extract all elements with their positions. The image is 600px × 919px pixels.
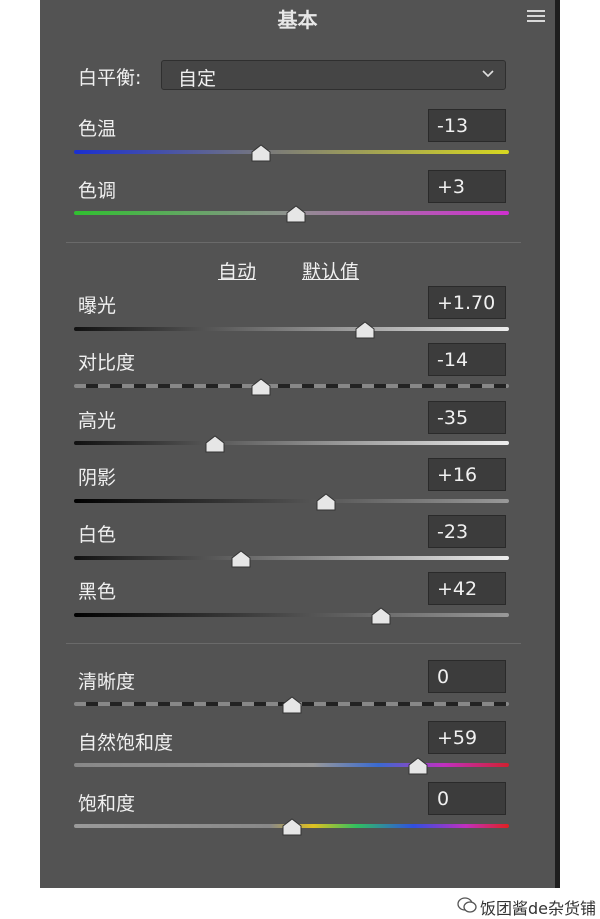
section-divider [66, 643, 521, 644]
slider-label: 白色 [78, 524, 117, 546]
slider-label: 黑色 [78, 581, 117, 603]
slider-track[interactable] [74, 327, 509, 331]
default-link[interactable]: 默认值 [302, 257, 359, 284]
slider-thumb[interactable] [231, 550, 251, 568]
slider-value-input[interactable]: -35 [428, 401, 506, 434]
wechat-icon [457, 897, 477, 913]
slider-thumb[interactable] [316, 493, 336, 511]
slider-track[interactable] [74, 441, 509, 445]
slider-track[interactable] [74, 499, 509, 503]
slider-value-input[interactable]: +3 [428, 170, 506, 203]
slider-value-input[interactable]: +42 [428, 572, 506, 605]
watermark-text: 饭团酱de杂货铺 [480, 899, 597, 918]
slider-track[interactable] [74, 613, 509, 617]
section-divider [66, 242, 521, 243]
white-balance-select[interactable]: 自定 [161, 60, 506, 90]
chevron-down-icon [482, 70, 494, 78]
slider-value-input[interactable]: +1.70 [428, 286, 506, 319]
panel-menu-icon[interactable] [527, 10, 545, 22]
basic-panel: 基本 白平衡: 自定 自动 默认值 色温 -13 色调 +3 曝光 +1.70 对比度 -14… [40, 0, 560, 888]
slider-value-input[interactable]: -14 [428, 343, 506, 376]
slider-label: 对比度 [78, 352, 136, 374]
white-balance-label: 白平衡: [78, 67, 142, 89]
slider-thumb[interactable] [355, 321, 375, 339]
slider-label: 清晰度 [78, 671, 136, 693]
slider-value-input[interactable]: 0 [428, 660, 506, 693]
slider-thumb[interactable] [251, 378, 271, 396]
slider-thumb[interactable] [408, 757, 428, 775]
slider-label: 曝光 [78, 295, 117, 317]
slider-thumb[interactable] [251, 144, 271, 162]
slider-thumb[interactable] [371, 607, 391, 625]
slider-track[interactable] [74, 763, 509, 767]
slider-track[interactable] [74, 150, 509, 154]
slider-label: 色调 [78, 180, 117, 202]
slider-label: 阴影 [78, 467, 117, 489]
slider-label: 高光 [78, 410, 117, 432]
slider-thumb[interactable] [282, 696, 302, 714]
slider-value-input[interactable]: 0 [428, 782, 506, 815]
slider-label: 饱和度 [78, 793, 136, 815]
slider-thumb[interactable] [205, 435, 225, 453]
slider-track[interactable] [74, 384, 509, 388]
white-balance-value: 自定 [178, 68, 217, 90]
slider-track[interactable] [74, 556, 509, 560]
slider-thumb[interactable] [282, 818, 302, 836]
slider-value-input[interactable]: -13 [428, 109, 506, 142]
slider-value-input[interactable]: +16 [428, 458, 506, 491]
slider-value-input[interactable]: -23 [428, 515, 506, 548]
slider-value-input[interactable]: +59 [428, 721, 506, 754]
auto-link[interactable]: 自动 [218, 257, 256, 284]
slider-label: 色温 [78, 118, 117, 140]
slider-label: 自然饱和度 [78, 732, 174, 754]
panel-title: 基本 [277, 8, 318, 32]
slider-thumb[interactable] [286, 205, 306, 223]
